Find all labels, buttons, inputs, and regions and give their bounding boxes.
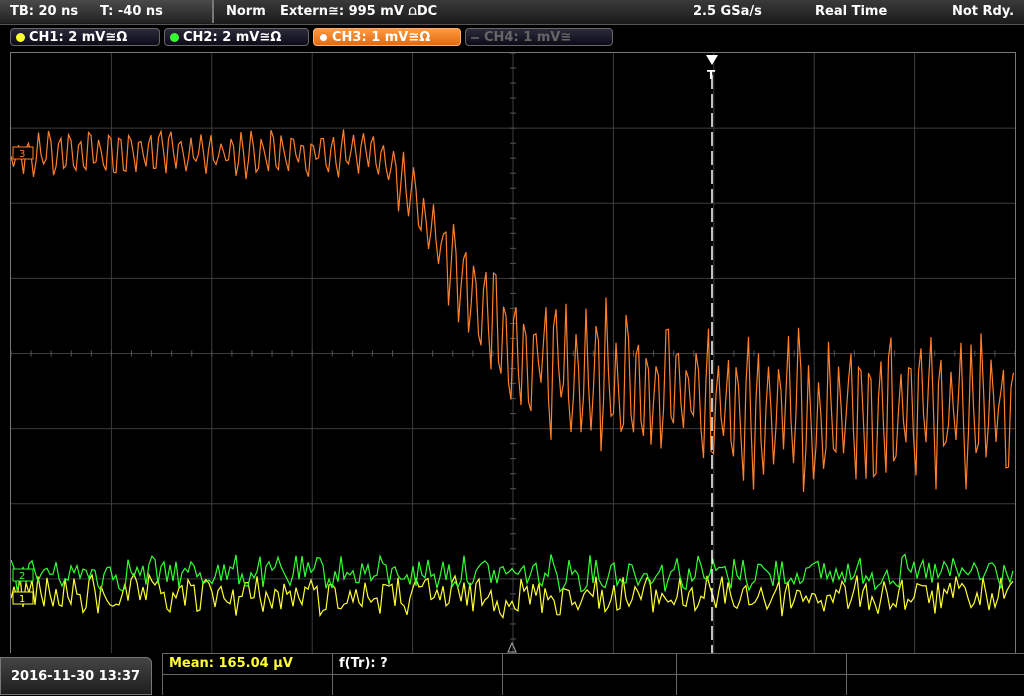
channel-1-label: CH1: 2 mV≅Ω <box>29 30 128 45</box>
channel-3-label: CH3: 1 mV≅Ω <box>332 30 431 45</box>
trigger-marker-icon[interactable] <box>706 55 718 65</box>
channel-4-label: CH4: 1 mV≅ <box>484 30 572 45</box>
channel-3-trace <box>11 129 1015 493</box>
measurement-slot-6[interactable] <box>162 674 332 695</box>
waveform-canvas: T 3 2 1 <box>11 53 1015 654</box>
measurement-mean[interactable]: Mean: 165.04 µV <box>162 653 332 674</box>
trigger-time-label: T: -40 ns <box>100 4 163 19</box>
bottom-bar: 2016-11-30 13:37 Mean: 165.04 µV f(Tr): … <box>0 653 1024 695</box>
svg-text:2: 2 <box>19 571 25 582</box>
measurement-slot-5[interactable] <box>846 653 1024 674</box>
acquisition-status-label: Not Rdy. <box>952 4 1015 19</box>
sample-rate-label: 2.5 GSa/s <box>693 4 762 19</box>
measurement-ftr[interactable]: f(Tr): ? <box>332 653 502 674</box>
channel-3-indicator-icon <box>319 33 328 42</box>
timebase-label: TB: 20 ns <box>10 4 79 19</box>
measurement-panel: Mean: 165.04 µV f(Tr): ? <box>162 653 1024 695</box>
svg-text:3: 3 <box>19 149 25 160</box>
status-bar: TB: 20 ns T: -40 ns Norm Extern≅: 995 mV… <box>0 0 1024 25</box>
channel-1-button[interactable]: CH1: 2 mV≅Ω <box>10 28 160 46</box>
channel-2-trace <box>11 553 1014 593</box>
measurement-slot-7[interactable] <box>332 674 502 695</box>
channel-4-button[interactable]: CH4: 1 mV≅ <box>465 28 613 46</box>
measurement-slot-9[interactable] <box>676 674 846 695</box>
channel-2-offset-marker[interactable]: 2 <box>12 568 34 582</box>
measurement-slot-4[interactable] <box>676 653 846 674</box>
measurement-slot-3[interactable] <box>502 653 676 674</box>
channel-1-indicator-icon <box>16 33 25 42</box>
measurement-slot-8[interactable] <box>502 674 676 695</box>
channel-3-offset-marker[interactable]: 3 <box>12 146 34 160</box>
time-reference-marker-icon <box>507 641 517 653</box>
channel-2-button[interactable]: CH2: 2 mV≅Ω <box>164 28 309 46</box>
svg-text:1: 1 <box>19 594 25 605</box>
channel-row: CH1: 2 mV≅Ω CH2: 2 mV≅Ω CH3: 1 mV≅Ω CH4:… <box>0 25 1024 51</box>
waveform-display[interactable]: T 3 2 1 <box>10 52 1016 655</box>
date-time-display: 2016-11-30 13:37 <box>0 657 152 695</box>
timebase-panel[interactable]: TB: 20 ns T: -40 ns <box>0 0 214 23</box>
trigger-marker-label: T <box>707 68 716 82</box>
trigger-mode-label[interactable]: Norm <box>226 0 266 23</box>
trigger-source-label[interactable]: Extern≅: 995 mV ⩍DC <box>280 0 437 23</box>
channel-4-indicator-icon <box>471 37 479 39</box>
channel-1-offset-marker[interactable]: 1 <box>12 591 34 605</box>
channel-3-button[interactable]: CH3: 1 mV≅Ω <box>313 28 461 46</box>
acquisition-mode-label: Real Time <box>815 4 888 19</box>
measurement-slot-10[interactable] <box>846 674 1024 695</box>
channel-2-label: CH2: 2 mV≅Ω <box>183 30 282 45</box>
channel-2-indicator-icon <box>170 33 179 42</box>
